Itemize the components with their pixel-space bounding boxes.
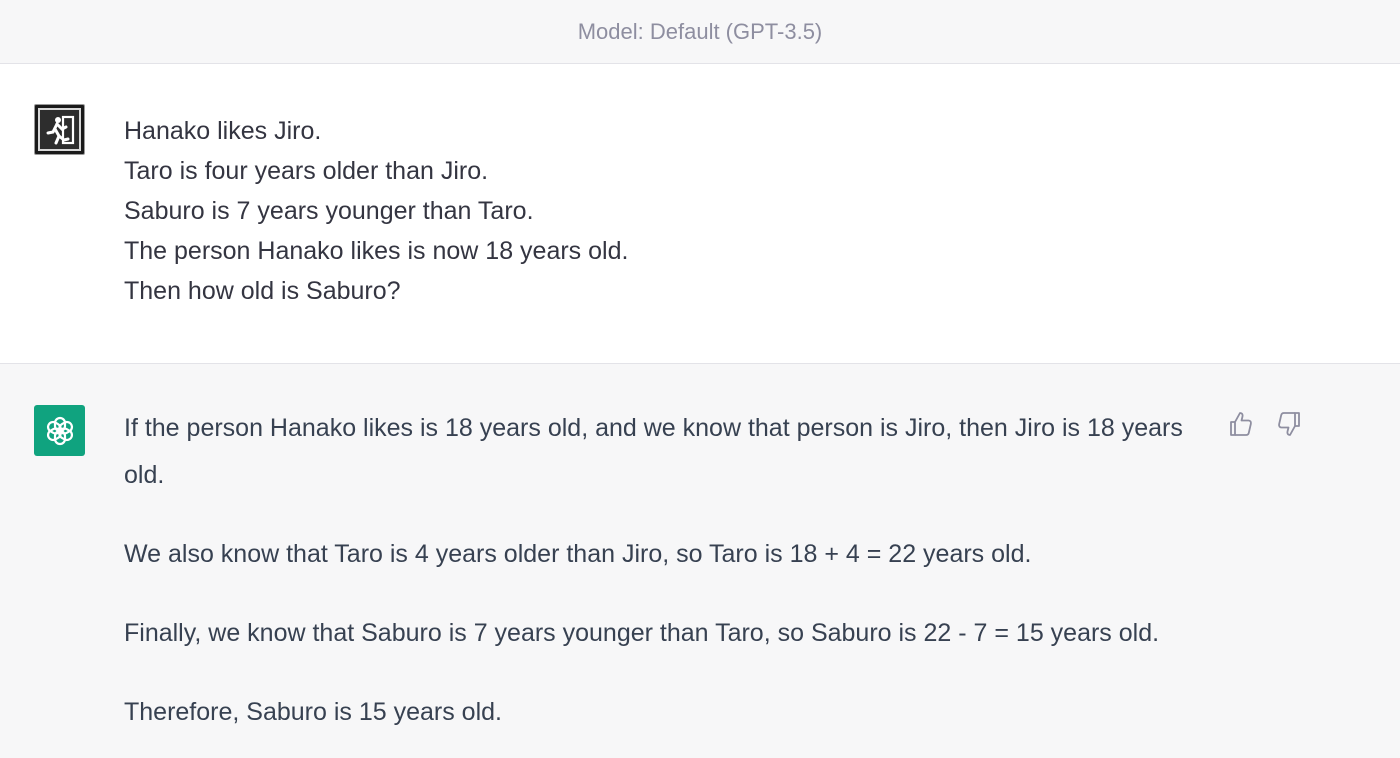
assistant-avatar (34, 405, 85, 456)
model-indicator: Model: Default (GPT-3.5) (0, 0, 1400, 64)
assistant-message-text: If the person Hanako likes is 18 years o… (124, 405, 1194, 736)
model-label: Model: Default (GPT-3.5) (577, 18, 823, 44)
assistant-paragraph: Finally, we know that Saburo is 7 years … (124, 619, 1160, 647)
assistant-message: If the person Hanako likes is 18 years o… (0, 364, 1400, 758)
user-avatar (34, 104, 85, 155)
user-message: Hanako likes Jiro. Taro is four years ol… (0, 64, 1400, 364)
feedback-buttons (1228, 410, 1302, 438)
user-message-line: The person Hanako likes is now 18 years … (124, 237, 629, 265)
user-message-line: Taro is four years older than Jiro. (124, 157, 489, 185)
user-message-text: Hanako likes Jiro. Taro is four years ol… (124, 111, 628, 311)
thumbs-up-icon (1230, 412, 1252, 436)
user-message-line: Then how old is Saburo? (124, 277, 401, 305)
user-message-line: Hanako likes Jiro. (124, 117, 322, 145)
thumbs-down-button[interactable] (1276, 410, 1302, 438)
thumbs-up-button[interactable] (1228, 410, 1254, 438)
openai-logo-icon (46, 416, 73, 445)
exit-running-man-icon (38, 108, 81, 151)
thumbs-down-icon (1278, 412, 1300, 436)
assistant-paragraph: We also know that Taro is 4 years older … (124, 540, 1032, 568)
assistant-paragraph: Therefore, Saburo is 15 years old. (124, 698, 502, 726)
assistant-paragraph: If the person Hanako likes is 18 years o… (124, 414, 1183, 489)
user-message-line: Saburo is 7 years younger than Taro. (124, 197, 534, 225)
